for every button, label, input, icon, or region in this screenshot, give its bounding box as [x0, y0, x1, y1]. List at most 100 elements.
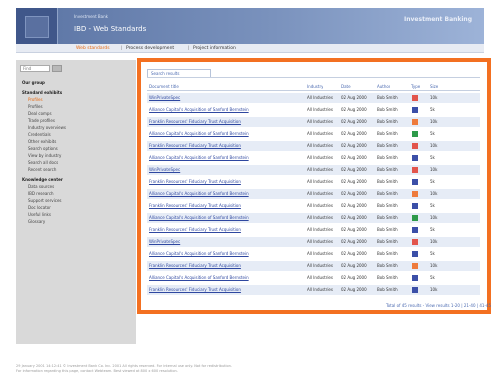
- pdf-file-icon[interactable]: [412, 143, 418, 149]
- column-header-date[interactable]: Date: [341, 82, 351, 91]
- document-title-link[interactable]: WinPrivateSpec: [149, 93, 299, 103]
- cell-industry: All Industries: [307, 155, 333, 160]
- cell-date: 02 Aug 2000: [341, 119, 367, 124]
- sidebar-item[interactable]: Trade profiles: [28, 118, 55, 123]
- document-title-link[interactable]: Franklin Resources' Fiduciary Trust Acqu…: [149, 117, 299, 127]
- xls-file-icon[interactable]: [412, 131, 418, 137]
- cell-size: 10k: [430, 263, 438, 268]
- document-title-link[interactable]: Alliance Capital's Acquisition of Sanfor…: [149, 249, 299, 259]
- sidebar: Find Our group Standard exhibits Profiles P…: [16, 60, 136, 344]
- pdf-file-icon[interactable]: [412, 95, 418, 101]
- ppt-file-icon[interactable]: [412, 119, 418, 125]
- sidebar-search-input[interactable]: Find: [20, 65, 50, 72]
- document-title-link[interactable]: Alliance Capital's Acquisition of Sanfor…: [149, 129, 299, 139]
- sidebar-item[interactable]: Search all docs: [28, 160, 58, 165]
- table-row: Alliance Capital's Acquisition of Sanfor…: [147, 213, 480, 223]
- cell-date: 02 Aug 2000: [341, 287, 367, 292]
- sidebar-search-button[interactable]: [52, 65, 62, 72]
- column-header-size[interactable]: Size: [430, 82, 438, 91]
- document-title-link[interactable]: Franklin Resources' Fiduciary Trust Acqu…: [149, 285, 299, 295]
- cell-size: 5k: [430, 203, 435, 208]
- document-title-link[interactable]: Franklin Resources' Fiduciary Trust Acqu…: [149, 141, 299, 151]
- cell-industry: All Industries: [307, 263, 333, 268]
- document-title-link[interactable]: Franklin Resources' Fiduciary Trust Acqu…: [149, 177, 299, 187]
- sidebar-item[interactable]: Recent search: [28, 167, 56, 172]
- document-title-link[interactable]: WinPrivateSpec: [149, 165, 299, 175]
- cell-author: Bob Smith: [377, 95, 398, 100]
- ppt-file-icon[interactable]: [412, 191, 418, 197]
- cell-date: 02 Aug 2000: [341, 167, 367, 172]
- doc-file-icon[interactable]: [412, 275, 418, 281]
- sidebar-item[interactable]: Credentials: [28, 132, 51, 137]
- document-title-link[interactable]: Alliance Capital's Acquisition of Sanfor…: [149, 189, 299, 199]
- document-title-link[interactable]: Franklin Resources' Fiduciary Trust Acqu…: [149, 261, 299, 271]
- xls-file-icon[interactable]: [412, 215, 418, 221]
- cell-author: Bob Smith: [377, 239, 398, 244]
- sidebar-item[interactable]: Industry overviews: [28, 125, 66, 130]
- sidebar-item[interactable]: Knowledge center: [22, 177, 63, 182]
- cell-date: 02 Aug 2000: [341, 191, 367, 196]
- column-header-author[interactable]: Author: [377, 82, 390, 91]
- document-title-link[interactable]: Alliance Capital's Acquisition of Sanfor…: [149, 105, 299, 115]
- document-title-link[interactable]: Franklin Resources' Fiduciary Trust Acqu…: [149, 225, 299, 235]
- document-title-link[interactable]: Alliance Capital's Acquisition of Sanfor…: [149, 273, 299, 283]
- cell-date: 02 Aug 2000: [341, 239, 367, 244]
- cell-size: 10k: [430, 287, 438, 292]
- cell-size: 5k: [430, 227, 435, 232]
- cell-industry: All Industries: [307, 191, 333, 196]
- document-title-link[interactable]: Franklin Resources' Fiduciary Trust Acqu…: [149, 201, 299, 211]
- sidebar-item[interactable]: View by industry: [28, 153, 61, 158]
- doc-file-icon[interactable]: [412, 155, 418, 161]
- sidebar-item[interactable]: Doc locator: [28, 205, 51, 210]
- table-row: Alliance Capital's Acquisition of Sanfor…: [147, 249, 480, 259]
- doc-file-icon[interactable]: [412, 107, 418, 113]
- document-title-link[interactable]: WinPrivateSpec: [149, 237, 299, 247]
- doc-file-icon[interactable]: [412, 203, 418, 209]
- doc-file-icon[interactable]: [412, 287, 418, 293]
- sidebar-item[interactable]: Data sources: [28, 184, 54, 189]
- sidebar-item[interactable]: Other exhibits: [28, 139, 56, 144]
- sidebar-item[interactable]: Glossary: [28, 219, 45, 224]
- doc-file-icon[interactable]: [412, 179, 418, 185]
- cell-date: 02 Aug 2000: [341, 251, 367, 256]
- cell-date: 02 Aug 2000: [341, 203, 367, 208]
- brand-line: Investment Bank: [74, 14, 108, 19]
- sidebar-item[interactable]: Profiles: [28, 104, 43, 109]
- cell-author: Bob Smith: [377, 227, 398, 232]
- cell-size: 10k: [430, 215, 438, 220]
- sidebar-item[interactable]: Search options: [28, 146, 58, 151]
- results-pagination[interactable]: Total of 45 results - View results 1-20 …: [291, 303, 491, 308]
- cell-date: 02 Aug 2000: [341, 95, 367, 100]
- cell-author: Bob Smith: [377, 263, 398, 268]
- nav-separator: |: [188, 46, 190, 51]
- cell-size: 10k: [430, 167, 438, 172]
- ppt-file-icon[interactable]: [412, 263, 418, 269]
- copyright-line-2: For information regarding this page, con…: [16, 369, 178, 373]
- doc-file-icon[interactable]: [412, 227, 418, 233]
- sidebar-item[interactable]: IBD research: [28, 191, 54, 196]
- cell-date: 02 Aug 2000: [341, 275, 367, 280]
- cell-size: 5k: [430, 155, 435, 160]
- pdf-file-icon[interactable]: [412, 167, 418, 173]
- column-header-type[interactable]: Type: [411, 82, 420, 91]
- table-header: Document title Industry Date Author Type…: [147, 82, 480, 91]
- sidebar-item[interactable]: Profiles: [28, 97, 43, 102]
- section-name: Investment Banking: [404, 16, 472, 23]
- document-title-link[interactable]: Alliance Capital's Acquisition of Sanfor…: [149, 213, 299, 223]
- column-header-title[interactable]: Document title: [149, 82, 179, 91]
- sidebar-item[interactable]: Useful links: [28, 212, 51, 217]
- document-title-link[interactable]: Alliance Capital's Acquisition of Sanfor…: [149, 153, 299, 163]
- pdf-file-icon[interactable]: [412, 239, 418, 245]
- sidebar-item[interactable]: Our group: [22, 80, 45, 85]
- nav-item-project-information[interactable]: Project information: [193, 44, 236, 53]
- doc-file-icon[interactable]: [412, 251, 418, 257]
- sidebar-item[interactable]: Deal comps: [28, 111, 52, 116]
- nav-item-process-development[interactable]: Process development: [126, 44, 174, 53]
- sidebar-item[interactable]: Standard exhibits: [22, 90, 62, 95]
- cell-author: Bob Smith: [377, 287, 398, 292]
- sidebar-item[interactable]: Support services: [28, 198, 62, 203]
- logo[interactable]: [16, 8, 58, 44]
- cell-industry: All Industries: [307, 287, 333, 292]
- column-header-industry[interactable]: Industry: [307, 82, 323, 91]
- nav-item-web-standards[interactable]: Web standards: [76, 44, 110, 53]
